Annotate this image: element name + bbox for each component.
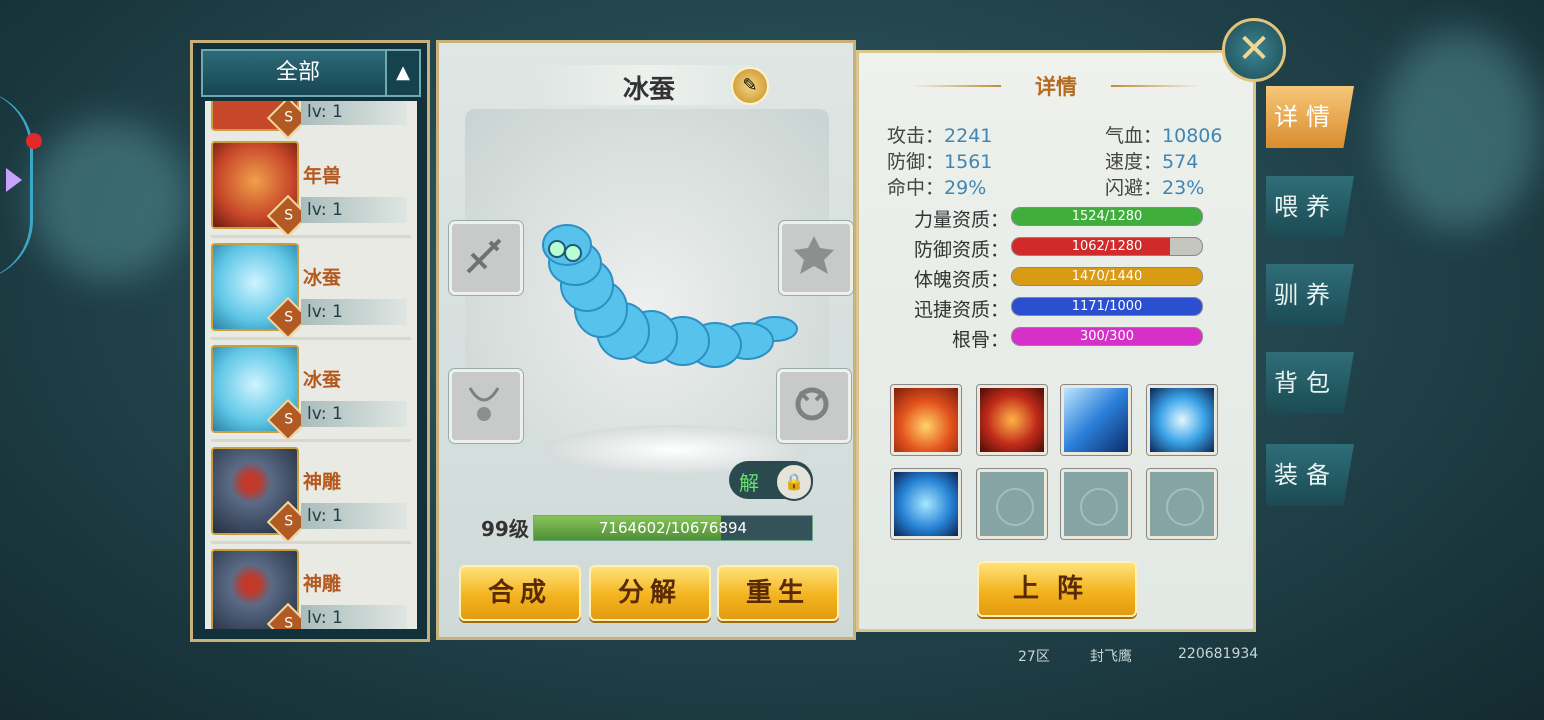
aptitude-label: 力量资质： [913,209,1009,231]
equip-slot-ring[interactable] [777,369,851,443]
close-icon: ✕ [1237,26,1271,72]
pet-name: 神雕 [303,471,342,493]
stat-hit: 命中：29% [887,177,987,199]
skill-fire-orb-icon[interactable] [977,385,1047,455]
pet-level: lv: 1 [301,101,407,125]
stat-defense: 防御：1561 [887,151,993,173]
aptitude-label: 根骨： [951,329,1009,351]
chevron-up-icon[interactable]: ▲ [385,51,419,95]
equip-slot-weapon[interactable] [449,221,523,295]
pet-level: lv: 1 [301,503,407,529]
pet-list-panel: 全部 ▲ S lv: 1 S 年兽 lv: 1 S 冰蚕 lv: 1 S 冰蚕 [190,40,430,642]
detail-title: 详情 [1035,75,1077,99]
aptitude-label: 迅捷资质： [913,299,1009,321]
tab-details[interactable]: 详情 [1266,86,1354,148]
filter-dropdown[interactable]: 全部 ▲ [201,49,421,97]
empty-skill-slot[interactable] [1147,469,1217,539]
unlock-toggle[interactable]: 解 🔒 [729,461,813,501]
lock-icon: 🔒 [775,463,813,501]
server-zone: 27区 [1018,649,1050,665]
list-item[interactable]: S 冰蚕 lv: 1 [211,243,411,340]
equip-slot-armor[interactable] [779,221,853,295]
tab-feed[interactable]: 喂养 [1266,176,1354,238]
list-item[interactable]: S 神雕 lv: 1 [211,549,411,629]
stat-attack: 攻击：2241 [887,125,993,147]
background-glow [30,120,190,280]
expand-arrow-icon[interactable] [6,168,22,192]
tab-equipment[interactable]: 装备 [1266,444,1354,506]
empty-skill-slot[interactable] [1061,469,1131,539]
pet-level-label: 99级 [481,517,529,541]
pet-level: lv: 1 [301,605,407,629]
list-item[interactable]: S 神雕 lv: 1 [211,447,411,544]
tab-train[interactable]: 驯养 [1266,264,1354,326]
aptitude-bar-strength: 1524/1280 [1011,207,1203,226]
empty-skill-slot[interactable] [977,469,1047,539]
player-name: 封飞鹰 [1090,649,1132,665]
spiked-armor-icon [794,236,834,274]
divider [211,235,411,238]
aptitude-bar-bone: 300/300 [1011,327,1203,346]
decompose-button[interactable]: 分解 [589,565,711,621]
rebirth-button[interactable]: 重生 [717,565,839,621]
stat-hp: 气血：10806 [1105,125,1223,147]
pet-name: 冰蚕 [303,369,342,391]
deploy-button[interactable]: 上阵 [977,561,1137,617]
pet-name: 神雕 [303,573,342,595]
detail-panel: 详情 攻击：2241 气血：10806 防御：1561 速度：574 命中：29… [856,50,1256,632]
background-glow [1380,30,1540,230]
stat-dodge: 闪避：23% [1105,177,1205,199]
pet-level: lv: 1 [301,299,407,325]
aptitude-bar-defense: 1062/1280 [1011,237,1203,256]
pet-level: lv: 1 [301,197,407,223]
aptitude-bar-physique: 1470/1440 [1011,267,1203,286]
divider [211,439,411,442]
skill-ice-heart-icon[interactable] [1147,385,1217,455]
pet-list[interactable]: S lv: 1 S 年兽 lv: 1 S 冰蚕 lv: 1 S 冰蚕 lv: 1 [205,101,417,629]
stat-speed: 速度：574 [1105,151,1199,173]
edit-name-button[interactable]: ✎ [731,67,769,105]
divider [211,337,411,340]
close-button[interactable]: ✕ [1222,18,1286,82]
pet-name: 年兽 [303,165,342,187]
pencil-icon: ✎ [742,75,758,96]
skill-ice-beast-icon[interactable] [891,469,961,539]
notification-dot [26,133,42,149]
compose-button[interactable]: 合成 [459,565,581,621]
aptitude-label: 防御资质： [913,239,1009,261]
tab-bag[interactable]: 背包 [1266,352,1354,414]
equip-slot-necklace[interactable] [449,369,523,443]
list-item[interactable]: S 年兽 lv: 1 [211,141,411,238]
sword-icon [466,238,502,274]
pet-title: 冰蚕 [622,75,675,105]
pet-display-panel: 冰蚕 ✎ 解 🔒 99级 7164602/10676894 合成 分解 重生 [436,40,856,640]
aptitude-label: 体魄资质： [913,269,1009,291]
skill-fire-phoenix-icon[interactable] [891,385,961,455]
list-item[interactable]: S lv: 1 [211,101,411,140]
pet-level: lv: 1 [301,401,407,427]
player-id: 220681934 [1178,646,1259,662]
unlock-label: 解 [739,471,759,495]
exp-bar: 7164602/10676894 [533,515,813,541]
list-item[interactable]: S 冰蚕 lv: 1 [211,345,411,442]
necklace-icon [468,387,500,421]
exp-text: 7164602/10676894 [598,519,748,537]
divider [211,541,411,544]
claw-ring-icon [795,387,829,421]
skill-lightning-icon[interactable] [1061,385,1131,455]
pet-name: 冰蚕 [303,267,342,289]
filter-label: 全部 [275,60,320,85]
aptitude-bar-agility: 1171/1000 [1011,297,1203,316]
